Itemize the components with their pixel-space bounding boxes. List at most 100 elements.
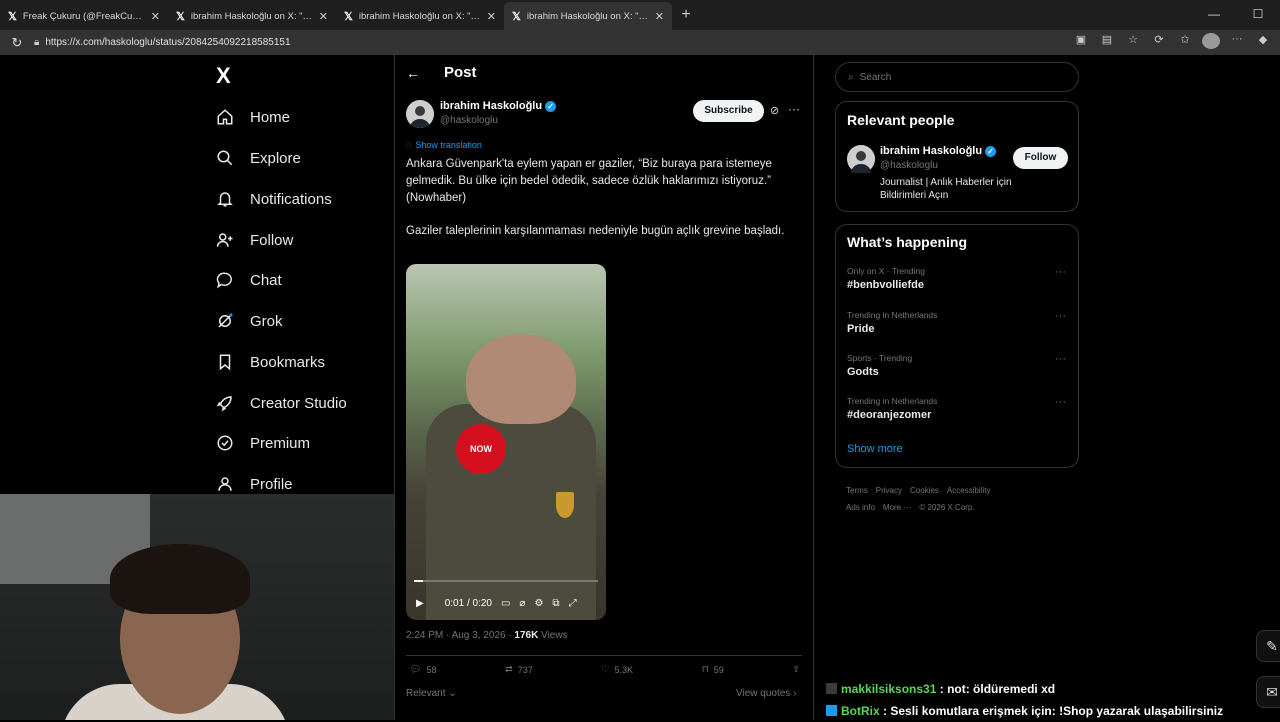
avatar[interactable] — [847, 145, 875, 173]
nav-label: Premium — [250, 434, 311, 452]
video-player[interactable]: NOW ▶ 0:01 / 0:20 ▭ ⌀ ⚙ ⧉ ⤢ — [406, 264, 606, 620]
browser-tab[interactable]: 𝕏 Freak Çukuru (@FreakCukuruX) / X ✕ — [0, 2, 168, 30]
home-icon — [216, 108, 234, 126]
window-controls: — ☐ — [1192, 0, 1280, 30]
verified-icon — [216, 434, 234, 452]
messages-icon[interactable]: ✉ — [1256, 676, 1280, 708]
grok-icon[interactable]: ⊘ — [770, 104, 779, 117]
badge-icon — [826, 705, 837, 716]
subscribe-button[interactable]: Subscribe — [693, 100, 764, 122]
grok-icon — [216, 312, 234, 330]
settings-icon[interactable]: ⚙ — [534, 598, 543, 609]
pip-icon[interactable]: ⧉ — [552, 598, 559, 609]
copilot-icon[interactable]: ◆ — [1254, 33, 1272, 52]
nav-item-explore[interactable]: Explore — [216, 143, 301, 173]
author-handle[interactable]: @haskologlu — [440, 115, 498, 126]
trend-context: Trending in Netherlands — [847, 310, 938, 320]
nav-item-premium[interactable]: Premium — [216, 428, 310, 458]
back-arrow-icon[interactable]: ← — [406, 65, 420, 81]
trend-item[interactable]: Sports · Trending Godts ··· — [847, 353, 1067, 378]
reload-icon[interactable]: ↻ — [0, 35, 34, 51]
footer-link[interactable]: Privacy — [876, 486, 902, 495]
post-timestamp[interactable]: 2:24 PM · Aug 3, 2026 · — [406, 630, 514, 641]
footer-link[interactable]: Cookies — [910, 486, 939, 495]
new-tab-button[interactable]: + — [672, 6, 700, 24]
more-options-icon[interactable]: ··· — [1055, 266, 1066, 278]
more-options-icon[interactable]: ··· — [788, 102, 800, 116]
video-frame-face — [466, 334, 576, 424]
x-logo[interactable]: X — [216, 63, 231, 89]
close-icon[interactable]: ✕ — [487, 10, 496, 23]
chat-username: makkilsiksons31 — [841, 682, 937, 696]
compose-icon[interactable]: ✎ — [1256, 630, 1280, 662]
more-options-icon[interactable]: ··· — [1055, 310, 1066, 322]
show-translation-link[interactable]: ◌ Show translation — [406, 140, 482, 150]
profile-avatar[interactable] — [1202, 33, 1220, 52]
split-screen-icon[interactable]: ▣ — [1072, 33, 1090, 52]
sort-relevant-dropdown[interactable]: Relevant ⌄ — [406, 688, 457, 699]
mute-icon[interactable]: ⌀ — [519, 598, 525, 609]
close-icon[interactable]: ✕ — [319, 10, 328, 23]
browser-tab-active[interactable]: 𝕏ibrahim Haskoloğlu on X: "Ankara ✕ — [504, 2, 672, 30]
reading-view-icon[interactable]: ▤ — [1098, 33, 1116, 52]
follow-button[interactable]: Follow — [1013, 147, 1068, 169]
bookmark-icon: ⊓ — [701, 664, 709, 674]
lock-icon[interactable]: 🔒︎ — [34, 37, 39, 48]
trend-name: #benbvolliefde — [847, 279, 925, 291]
footer-link[interactable]: Terms — [846, 486, 868, 495]
browser-tab[interactable]: 𝕏ibrahim Haskoloğlu on X: "Kemal ✕ — [336, 2, 504, 30]
browser-tab[interactable]: 𝕏ibrahim Haskoloğlu on X: "Türkiye ✕ — [168, 2, 336, 30]
captions-icon[interactable]: ▭ — [501, 598, 510, 609]
trend-item[interactable]: Trending in Netherlands Pride ··· — [847, 310, 1067, 335]
nav-label: Follow — [250, 231, 294, 249]
video-progress-bar[interactable] — [414, 580, 598, 582]
whats-happening-card: What’s happening — [835, 224, 1079, 468]
repost-button[interactable]: ⇄ 737 — [505, 664, 533, 675]
more-options-icon[interactable]: ··· — [1055, 396, 1066, 408]
reply-button[interactable]: 💬︎ 58 — [410, 664, 436, 675]
refresh-icon[interactable]: ⟳ — [1150, 33, 1168, 52]
search-input[interactable]: ⌕ Search — [835, 62, 1079, 92]
footer-link[interactable]: More ··· — [883, 503, 911, 512]
fullscreen-icon[interactable]: ⤢ — [569, 598, 577, 609]
tab-title: ibrahim Haskoloğlu on X: "Ankara — [526, 10, 649, 22]
favorites-icon[interactable]: ✩ — [1176, 33, 1194, 52]
trend-item[interactable]: Only on X · Trending #benbvolliefde ··· — [847, 266, 1067, 291]
menu-dots-icon[interactable]: ··· — [1228, 33, 1246, 52]
nav-item-follow[interactable]: Follow — [216, 225, 293, 255]
x-logo-icon: 𝕏 — [176, 10, 185, 23]
person-handle[interactable]: @haskologlu — [880, 160, 938, 171]
footer-link[interactable]: Accessibility — [947, 486, 991, 495]
video-progress-fill — [414, 580, 424, 582]
person-add-icon — [216, 231, 234, 249]
star-icon[interactable]: ☆ — [1124, 33, 1142, 52]
more-options-icon[interactable]: ··· — [1055, 353, 1066, 365]
footer-link[interactable]: Ads info — [846, 503, 875, 512]
nav-item-bookmarks[interactable]: Bookmarks — [216, 347, 325, 377]
nav-item-grok[interactable]: Grok — [216, 306, 283, 336]
minimize-icon[interactable]: — — [1192, 0, 1236, 30]
nav-label: Chat — [250, 271, 282, 289]
person-name[interactable]: ibrahim Haskoloğlu ✓ — [880, 145, 997, 157]
maximize-icon[interactable]: ☐ — [1236, 0, 1280, 30]
bell-icon — [216, 190, 234, 208]
trend-item[interactable]: Trending in Netherlands #deoranjezomer ·… — [847, 396, 1067, 421]
trend-name: Godts — [847, 366, 879, 378]
nav-item-notifications[interactable]: Notifications — [216, 184, 332, 214]
avatar[interactable] — [406, 100, 434, 128]
bookmark-button[interactable]: ⊓ 59 — [702, 664, 724, 675]
show-more-link[interactable]: Show more — [847, 443, 903, 455]
play-icon[interactable]: ▶ — [416, 598, 424, 609]
share-button[interactable]: ⇪ — [792, 664, 800, 675]
close-icon[interactable]: ✕ — [151, 10, 160, 23]
nav-item-home[interactable]: Home — [216, 102, 290, 132]
author-name[interactable]: ibrahim Haskoloğlu ✓ — [440, 100, 557, 112]
chat-message: BotRix : Sesli komutlara erişmek için: !… — [826, 700, 1223, 722]
url-field[interactable]: https://x.com/haskologlu/status/20842540… — [45, 37, 1072, 48]
bookmark-icon — [216, 353, 234, 371]
nav-item-chat[interactable]: Chat — [216, 265, 282, 295]
view-quotes-link[interactable]: View quotes › — [736, 688, 796, 699]
nav-item-creator-studio[interactable]: Creator Studio — [216, 388, 347, 418]
like-button[interactable]: ♡ 5.3K — [601, 664, 633, 675]
close-icon[interactable]: ✕ — [655, 10, 664, 23]
